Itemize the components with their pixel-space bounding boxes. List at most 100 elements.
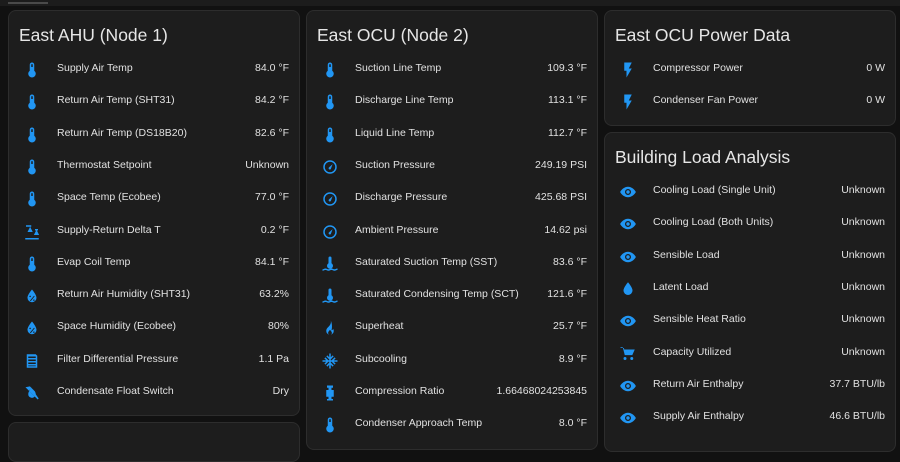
entity-row-evap-coil-temp[interactable]: Evap Coil Temp 84.1 °F xyxy=(9,248,299,280)
entity-label: Capacity Utilized xyxy=(653,345,732,358)
entity-row-cooling-load-both-units[interactable]: Cooling Load (Both Units) Unknown xyxy=(605,208,895,240)
flash-icon xyxy=(619,61,637,79)
air-filter-icon xyxy=(23,352,41,370)
entity-label: Saturated Condensing Temp (SCT) xyxy=(355,288,519,301)
entity-label: Condenser Approach Temp xyxy=(355,417,483,430)
eye-icon xyxy=(619,183,637,201)
entity-label: Compression Ratio xyxy=(355,385,445,397)
flash-icon xyxy=(619,93,637,111)
entity-label: Space Temp (Ecobee) xyxy=(57,191,161,204)
entity-row-return-air-humidity-sht31[interactable]: Return Air Humidity (SHT31) 63.2% xyxy=(9,280,299,312)
entity-value: 25.7 °F xyxy=(553,320,587,333)
card-title: East AHU (Node 1) xyxy=(19,25,168,45)
snowflake-icon xyxy=(321,352,339,370)
card-title: East OCU Power Data xyxy=(615,25,791,45)
entity-value: 249.19 PSI xyxy=(535,158,587,171)
entity-row-condenser-approach-temp[interactable]: Condenser Approach Temp 8.0 °F xyxy=(307,409,597,441)
entity-label: Cooling Load (Single Unit) xyxy=(653,184,776,196)
entity-value: 84.2 °F xyxy=(255,94,289,107)
entity-value: 82.6 °F xyxy=(255,126,289,139)
entity-row-thermostat-setpoint[interactable]: Thermostat Setpoint Unknown xyxy=(9,151,299,183)
fire-icon xyxy=(321,319,339,337)
eye-icon xyxy=(619,215,637,233)
entity-row-latent-load[interactable]: Latent Load Unknown xyxy=(605,273,895,305)
entity-value: Unknown xyxy=(841,216,885,229)
entity-row-space-humidity-ecobee[interactable]: Space Humidity (Ecobee) 80% xyxy=(9,312,299,344)
entity-row-compression-ratio[interactable]: Compression Ratio 1.66468024253845 xyxy=(307,377,597,409)
entity-value: 83.6 °F xyxy=(553,255,587,268)
entity-label: Superheat xyxy=(355,320,404,333)
entity-row-superheat[interactable]: Superheat 25.7 °F xyxy=(307,312,597,344)
entity-value: 0 W xyxy=(866,94,885,107)
entity-label: Filter Differential Pressure xyxy=(57,352,179,365)
entity-value: 84.1 °F xyxy=(255,255,289,268)
entity-label: Compressor Power xyxy=(653,62,743,74)
gauge-icon xyxy=(321,158,339,176)
entity-label: Return Air Temp (DS18B20) xyxy=(57,126,187,139)
entity-value: Unknown xyxy=(245,158,289,171)
entity-value: 1.1 Pa xyxy=(258,352,289,365)
entity-label: Evap Coil Temp xyxy=(57,255,131,268)
thermometer-icon xyxy=(23,190,41,208)
entity-value: Unknown xyxy=(841,280,885,293)
entity-row-filter-differential-pressure[interactable]: Filter Differential Pressure 1.1 Pa xyxy=(9,345,299,377)
entity-row-supply-air-temp[interactable]: Supply Air Temp 84.0 °F xyxy=(9,54,299,86)
entity-row-supply-return-delta-t[interactable]: Supply-Return Delta T 0.2 °F xyxy=(9,216,299,248)
entity-value: 8.0 °F xyxy=(558,417,587,430)
entity-row-ambient-pressure[interactable]: Ambient Pressure 14.62 psi xyxy=(307,216,597,248)
entity-row-sensible-load[interactable]: Sensible Load Unknown xyxy=(605,241,895,273)
active-tab-indicator xyxy=(8,2,48,4)
entity-label: Suction Line Temp xyxy=(355,62,442,74)
entity-value: 112.7 °F xyxy=(547,126,587,139)
eye-icon xyxy=(619,312,637,330)
entity-row-discharge-pressure[interactable]: Discharge Pressure 425.68 PSI xyxy=(307,183,597,215)
entity-row-cooling-load-single-unit[interactable]: Cooling Load (Single Unit) Unknown xyxy=(605,176,895,208)
entity-label: Discharge Pressure xyxy=(355,191,448,204)
entity-label: Condensate Float Switch xyxy=(57,385,174,397)
entity-value: Unknown xyxy=(841,184,885,196)
entity-row-compressor-power[interactable]: Compressor Power 0 W xyxy=(605,54,895,86)
entity-value: 63.2% xyxy=(259,288,289,301)
entity-row-return-air-enthalpy[interactable]: Return Air Enthalpy 37.7 BTU/lb xyxy=(605,370,895,402)
entity-label: Sensible Heat Ratio xyxy=(653,313,746,326)
entity-row-discharge-line-temp[interactable]: Discharge Line Temp 113.1 °F xyxy=(307,86,597,118)
entity-row-return-air-temp-sht31[interactable]: Return Air Temp (SHT31) 84.2 °F xyxy=(9,86,299,118)
entity-label: Supply-Return Delta T xyxy=(57,223,161,236)
eye-icon xyxy=(619,248,637,266)
entity-value: 121.6 °F xyxy=(547,288,587,301)
entity-label: Return Air Enthalpy xyxy=(653,377,744,390)
entity-value: 14.62 psi xyxy=(544,223,587,236)
entity-row-suction-pressure[interactable]: Suction Pressure 249.19 PSI xyxy=(307,151,597,183)
delta-scale-icon xyxy=(23,223,41,241)
card-title: East OCU (Node 2) xyxy=(317,25,469,45)
card-east-ahu: East AHU (Node 1) Supply Air Temp 84.0 °F… xyxy=(8,10,300,416)
entity-row-liquid-line-temp[interactable]: Liquid Line Temp 112.7 °F xyxy=(307,119,597,151)
entity-label: Suction Pressure xyxy=(355,158,435,171)
entity-label: Supply Air Temp xyxy=(57,62,133,74)
entity-row-suction-line-temp[interactable]: Suction Line Temp 109.3 °F xyxy=(307,54,597,86)
thermometer-icon xyxy=(23,255,41,273)
entity-row-capacity-utilized[interactable]: Capacity Utilized Unknown xyxy=(605,338,895,370)
card-building-load-analysis: Building Load Analysis Cooling Load (Sin… xyxy=(604,132,896,452)
entity-row-space-temp-ecobee[interactable]: Space Temp (Ecobee) 77.0 °F xyxy=(9,183,299,215)
entity-row-sensible-heat-ratio[interactable]: Sensible Heat Ratio Unknown xyxy=(605,305,895,337)
entity-row-return-air-temp-ds18b20[interactable]: Return Air Temp (DS18B20) 82.6 °F xyxy=(9,119,299,151)
thermometer-water-icon xyxy=(321,255,339,273)
water-percent-icon xyxy=(23,287,41,305)
thermometer-icon xyxy=(23,93,41,111)
entity-row-supply-air-enthalpy[interactable]: Supply Air Enthalpy 46.6 BTU/lb xyxy=(605,402,895,434)
thermometer-icon xyxy=(23,61,41,79)
entity-row-subcooling[interactable]: Subcooling 8.9 °F xyxy=(307,345,597,377)
entity-row-condenser-fan-power[interactable]: Condenser Fan Power 0 W xyxy=(605,86,895,118)
entity-value: 0.2 °F xyxy=(260,223,289,236)
entity-row-condensate-float-switch[interactable]: Condensate Float Switch Dry xyxy=(9,377,299,409)
entity-label: Discharge Line Temp xyxy=(355,94,454,107)
entity-row-saturated-condensing-temp-sct[interactable]: Saturated Condensing Temp (SCT) 121.6 °F xyxy=(307,280,597,312)
water-drop-icon xyxy=(619,280,637,298)
water-off-icon xyxy=(23,384,41,402)
card-partial-next xyxy=(8,422,300,462)
card-east-ocu-power: East OCU Power Data Compressor Power 0 WC… xyxy=(604,10,896,126)
entity-value: 109.3 °F xyxy=(547,62,587,74)
entity-row-saturated-suction-temp-sst[interactable]: Saturated Suction Temp (SST) 83.6 °F xyxy=(307,248,597,280)
entity-value: Unknown xyxy=(841,313,885,326)
